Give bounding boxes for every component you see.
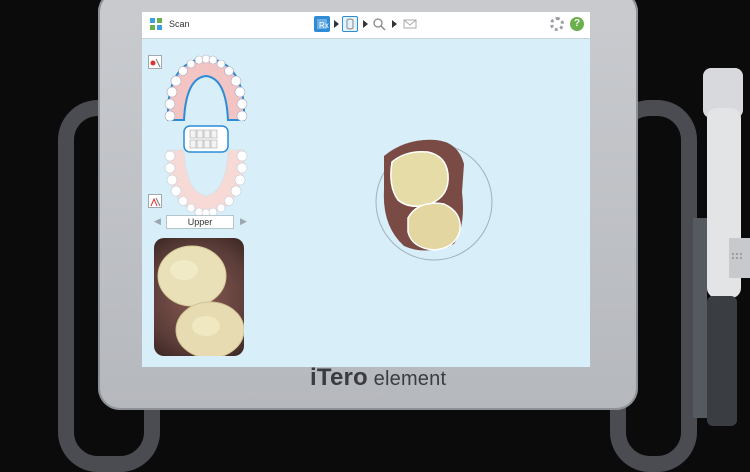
step-send-button[interactable]: [402, 16, 418, 32]
step-arrow-icon: [363, 20, 368, 28]
top-bar: Scan Rx ?: [142, 12, 590, 39]
arch-selector: ◀ Upper ▶: [150, 215, 250, 229]
arch-label[interactable]: Upper: [166, 215, 234, 229]
envelope-icon: [403, 19, 417, 29]
app-screen: Scan Rx ? ◀ Upper ▶: [142, 12, 590, 367]
svg-text:Rx: Rx: [319, 21, 329, 30]
magnify-icon: [373, 18, 386, 31]
arch-prev-icon[interactable]: ◀: [154, 216, 161, 227]
brand-logo: iTero element: [310, 364, 447, 391]
step-view-button[interactable]: [371, 16, 387, 32]
gear-icon[interactable]: [550, 17, 564, 31]
camera-preview: [154, 238, 244, 356]
step-scan-button[interactable]: [342, 16, 358, 32]
arch-next-icon[interactable]: ▶: [240, 216, 247, 227]
tooth-preview-image: [157, 245, 244, 356]
step-arrow-icon: [392, 20, 397, 28]
app-title: Scan: [169, 19, 190, 29]
scanner-wand: [693, 68, 750, 426]
step-arrow-icon: [334, 20, 339, 28]
step-rx-button[interactable]: Rx: [314, 16, 330, 32]
help-button[interactable]: ?: [570, 17, 584, 31]
scan-3d-model[interactable]: [366, 134, 496, 264]
tooth-scan-icon: [346, 18, 354, 30]
rx-icon: Rx: [317, 19, 329, 30]
jaw-diagram[interactable]: [156, 50, 256, 230]
app-grid-icon: [150, 18, 162, 30]
